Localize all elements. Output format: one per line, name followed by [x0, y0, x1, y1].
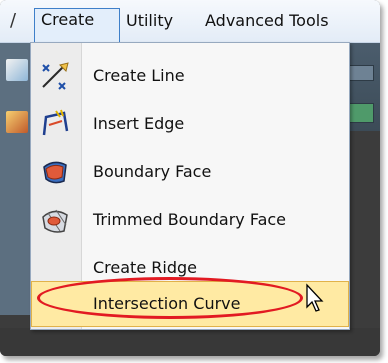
mouse-pointer-icon [305, 283, 327, 313]
menu-advanced-tools-label: Advanced Tools [205, 11, 329, 30]
boundary-face-icon [40, 157, 70, 187]
menu-item-label: Create Line [93, 66, 185, 85]
menu-item-trimmed-boundary-face[interactable]: Trimmed Boundary Face [31, 197, 349, 243]
menu-item-label: Boundary Face [93, 162, 212, 181]
app-window: / Create Utility Advanced Tools Create L… [0, 0, 380, 356]
menu-create-label: Create [41, 10, 95, 29]
toolbar-button-1[interactable] [6, 59, 28, 81]
menu-item-intersection-curve[interactable]: Intersection Curve [31, 281, 349, 327]
create-line-icon [40, 61, 70, 91]
menu-bar: / Create Utility Advanced Tools [0, 0, 380, 43]
create-menu-dropdown: Create Line Insert Edge Boundary Face Tr… [30, 42, 350, 330]
menu-item-boundary-face[interactable]: Boundary Face [31, 149, 349, 195]
menu-advanced-tools[interactable]: Advanced Tools [199, 9, 335, 33]
menu-item-label: Insert Edge [93, 114, 185, 133]
menu-item-label: Create Ridge [93, 258, 197, 277]
left-toolbar [0, 43, 32, 315]
insert-edge-icon [40, 109, 70, 139]
status-strip [0, 328, 380, 356]
trimmed-boundary-face-icon [40, 205, 70, 235]
menu-item-label: Trimmed Boundary Face [93, 210, 287, 229]
menu-create[interactable]: Create [34, 8, 120, 43]
menu-utility[interactable]: Utility [120, 9, 179, 33]
menu-item-label: Intersection Curve [93, 294, 241, 313]
menu-item-create-line[interactable]: Create Line [31, 53, 349, 99]
menu-utility-label: Utility [126, 11, 174, 30]
toolbar-button-2[interactable] [6, 111, 28, 133]
menu-item-insert-edge[interactable]: Insert Edge [31, 101, 349, 147]
